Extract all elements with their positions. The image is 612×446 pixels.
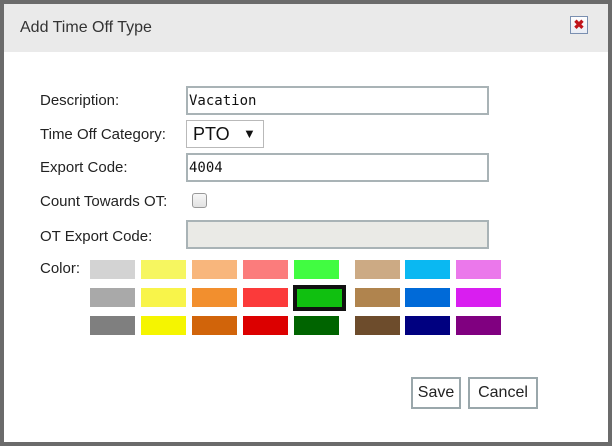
export-code-label: Export Code: (40, 159, 128, 176)
color-swatch[interactable] (243, 316, 288, 335)
cancel-button[interactable]: Cancel (468, 377, 538, 409)
count-towards-ot-label: Count Towards OT: (40, 193, 168, 210)
ot-export-code-input (186, 220, 489, 249)
color-swatch[interactable] (293, 285, 346, 311)
dialog-title: Add Time Off Type (20, 19, 152, 36)
color-swatch[interactable] (141, 288, 186, 307)
color-swatch[interactable] (456, 316, 501, 335)
color-swatch[interactable] (192, 288, 237, 307)
time-off-category-label: Time Off Category: (40, 126, 166, 143)
color-swatch[interactable] (90, 316, 135, 335)
color-swatch[interactable] (456, 288, 501, 307)
color-swatch[interactable] (90, 288, 135, 307)
chevron-down-icon: ▼ (243, 126, 256, 141)
count-towards-ot-checkbox[interactable] (192, 193, 207, 208)
color-swatch[interactable] (405, 260, 450, 279)
export-code-input[interactable] (186, 153, 489, 182)
add-time-off-type-dialog: Add Time Off Type ✖ Description: Time Of… (0, 0, 612, 446)
color-swatch[interactable] (243, 260, 288, 279)
description-input[interactable] (186, 86, 489, 115)
time-off-category-select[interactable]: PTO ▼ (186, 120, 264, 148)
color-swatch[interactable] (141, 316, 186, 335)
color-swatch[interactable] (90, 260, 135, 279)
dialog-titlebar: Add Time Off Type ✖ (4, 4, 608, 52)
color-swatch[interactable] (192, 260, 237, 279)
color-swatch[interactable] (355, 316, 400, 335)
color-swatch[interactable] (141, 260, 186, 279)
color-swatch[interactable] (294, 260, 339, 279)
time-off-category-value: PTO (193, 124, 230, 144)
save-button[interactable]: Save (411, 377, 461, 409)
color-swatch[interactable] (456, 260, 501, 279)
close-icon[interactable]: ✖ (570, 16, 588, 34)
description-label: Description: (40, 92, 120, 109)
color-swatch[interactable] (192, 316, 237, 335)
color-swatch[interactable] (243, 288, 288, 307)
color-swatch[interactable] (405, 316, 450, 335)
color-label: Color: (40, 260, 81, 277)
color-swatch[interactable] (355, 260, 400, 279)
ot-export-code-label: OT Export Code: (40, 228, 153, 245)
color-swatch[interactable] (355, 288, 400, 307)
color-swatch[interactable] (405, 288, 450, 307)
color-swatch[interactable] (294, 316, 339, 335)
